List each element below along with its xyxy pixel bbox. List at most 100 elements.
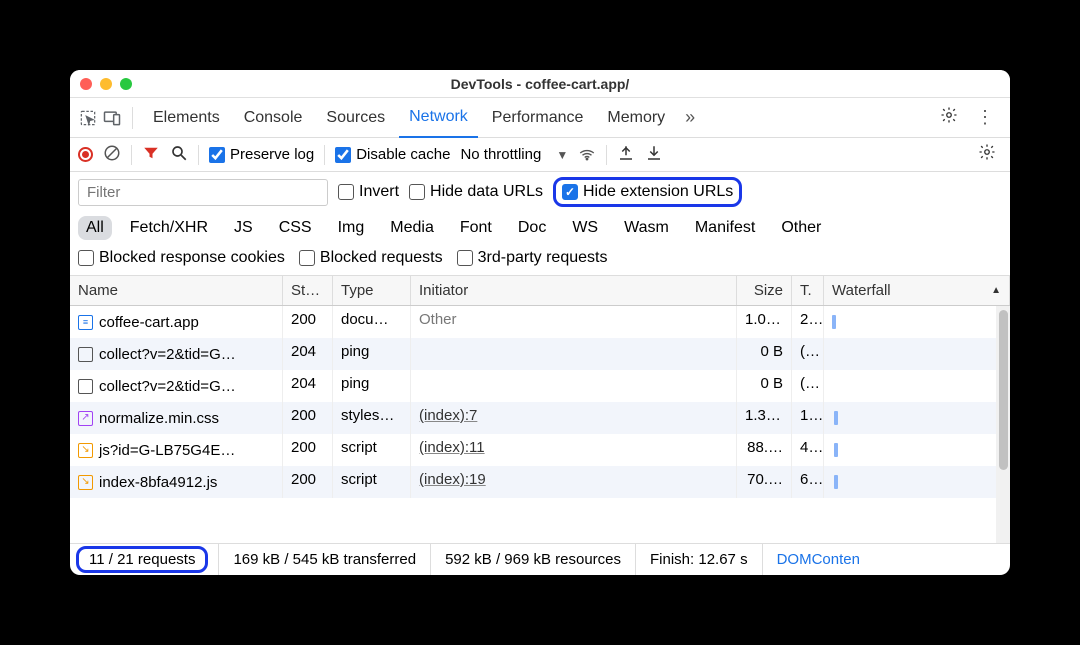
col-status[interactable]: St… <box>283 276 333 305</box>
initiator-link[interactable]: (index):7 <box>419 407 477 424</box>
row-status: 204 <box>283 370 333 402</box>
type-chip-js[interactable]: JS <box>226 216 261 240</box>
devtools-window: DevTools - coffee-cart.app/ Elements Con… <box>70 70 1010 575</box>
css-file-icon <box>78 411 93 426</box>
transferred: 169 kB / 545 kB transferred <box>219 544 431 575</box>
type-chip-media[interactable]: Media <box>382 216 442 240</box>
throttling-select[interactable]: No throttling ▼ <box>460 146 568 163</box>
clear-button[interactable] <box>103 144 121 166</box>
row-waterfall <box>824 466 1010 498</box>
table-row[interactable]: ≡ coffee-cart.app 200docu…Other1.0 …2.. <box>70 306 1010 338</box>
row-type: ping <box>333 338 411 370</box>
type-chip-img[interactable]: Img <box>330 216 373 240</box>
preserve-log-checkbox[interactable]: Preserve log <box>209 146 314 163</box>
table-header: Name St… Type Initiator Size T. Waterfal… <box>70 276 1010 306</box>
type-chip-wasm[interactable]: Wasm <box>616 216 677 240</box>
import-har-icon[interactable] <box>617 144 635 166</box>
hide-data-urls-checkbox[interactable]: Hide data URLs <box>409 183 543 201</box>
scrollbar-thumb[interactable] <box>999 310 1008 470</box>
more-tabs-icon[interactable]: » <box>679 107 701 128</box>
tab-console[interactable]: Console <box>234 99 313 137</box>
type-chip-all[interactable]: All <box>78 216 112 240</box>
resources: 592 kB / 969 kB resources <box>431 544 636 575</box>
initiator-link[interactable]: (index):19 <box>419 471 486 488</box>
blocked-cookies-checkbox[interactable]: Blocked response cookies <box>78 249 285 267</box>
initiator-link[interactable]: (index):11 <box>419 439 485 456</box>
row-time: 2.. <box>792 306 824 338</box>
preserve-log-label: Preserve log <box>230 146 314 163</box>
col-name[interactable]: Name <box>70 276 283 305</box>
blocked-requests-checkbox[interactable]: Blocked requests <box>299 249 443 267</box>
status-bar: 11 / 21 requests 169 kB / 545 kB transfe… <box>70 543 1010 575</box>
zoom-icon[interactable] <box>120 78 132 90</box>
col-size[interactable]: Size <box>737 276 792 305</box>
disable-cache-checkbox[interactable]: Disable cache <box>335 146 450 163</box>
row-waterfall <box>824 402 1010 434</box>
row-initiator: (index):7 <box>411 402 737 434</box>
tab-memory[interactable]: Memory <box>597 99 675 137</box>
types-row: All Fetch/XHR JS CSS Img Media Font Doc WS Wasm Ma… <box>70 212 1010 244</box>
col-initiator[interactable]: Initiator <box>411 276 737 305</box>
row-initiator: Other <box>411 306 737 338</box>
third-party-checkbox[interactable]: 3rd-party requests <box>457 249 608 267</box>
kebab-icon[interactable]: ⋮ <box>968 107 1002 128</box>
row-name: normalize.min.css <box>99 410 219 427</box>
row-name: coffee-cart.app <box>99 314 199 331</box>
filter-row: Invert Hide data URLs ✓ Hide extension U… <box>70 172 1010 212</box>
hide-extension-urls-highlight: ✓ Hide extension URLs <box>553 177 742 207</box>
inspect-icon[interactable] <box>78 108 98 128</box>
doc-file-icon: ≡ <box>78 315 93 330</box>
table-row[interactable]: js?id=G-LB75G4E…200script(index):1188.…4… <box>70 434 1010 466</box>
filter-icon[interactable] <box>142 144 160 166</box>
network-settings-icon[interactable] <box>972 143 1002 166</box>
row-initiator <box>411 338 737 370</box>
extra-filters-row: Blocked response cookies Blocked request… <box>70 244 1010 276</box>
script-file-icon <box>78 443 93 458</box>
row-size: 0 B <box>737 370 792 402</box>
row-size: 70.… <box>737 466 792 498</box>
col-type[interactable]: Type <box>333 276 411 305</box>
tab-performance[interactable]: Performance <box>482 99 594 137</box>
row-time: 6.. <box>792 466 824 498</box>
row-name: js?id=G-LB75G4E… <box>99 442 235 459</box>
table-row[interactable]: normalize.min.css200styles…(index):71.3 … <box>70 402 1010 434</box>
table-row[interactable]: index-8bfa4912.js200script(index):1970.…… <box>70 466 1010 498</box>
col-time[interactable]: T. <box>792 276 824 305</box>
hide-extension-urls-checkbox[interactable]: ✓ Hide extension URLs <box>562 183 733 201</box>
type-chip-font[interactable]: Font <box>452 216 500 240</box>
type-chip-ws[interactable]: WS <box>564 216 606 240</box>
settings-icon[interactable] <box>934 106 964 129</box>
type-chip-fetch-xhr[interactable]: Fetch/XHR <box>122 216 216 240</box>
device-toolbar-icon[interactable] <box>102 108 122 128</box>
search-icon[interactable] <box>170 144 188 166</box>
filter-input[interactable] <box>78 179 328 206</box>
record-button[interactable] <box>78 147 93 162</box>
minimize-icon[interactable] <box>100 78 112 90</box>
col-waterfall[interactable]: Waterfall ▲ <box>824 276 1010 305</box>
type-chip-manifest[interactable]: Manifest <box>687 216 763 240</box>
table-row[interactable]: collect?v=2&tid=G…204ping0 B(… <box>70 370 1010 402</box>
row-time: (… <box>792 370 824 402</box>
row-initiator <box>411 370 737 402</box>
tab-elements[interactable]: Elements <box>143 99 230 137</box>
export-har-icon[interactable] <box>645 144 663 166</box>
row-size: 1.0 … <box>737 306 792 338</box>
requests-count-highlight: 11 / 21 requests <box>76 546 208 573</box>
row-waterfall <box>824 370 1010 402</box>
network-conditions-icon[interactable] <box>578 144 596 166</box>
sort-asc-icon: ▲ <box>991 285 1001 296</box>
tab-sources[interactable]: Sources <box>316 99 395 137</box>
type-chip-doc[interactable]: Doc <box>510 216 554 240</box>
row-time: (… <box>792 338 824 370</box>
tab-network[interactable]: Network <box>399 98 478 138</box>
requests-count: 11 / 21 requests <box>89 551 195 568</box>
domcontentloaded: DOMConten <box>763 544 874 575</box>
invert-checkbox[interactable]: Invert <box>338 183 399 201</box>
type-chip-other[interactable]: Other <box>773 216 829 240</box>
row-name: collect?v=2&tid=G… <box>99 346 236 363</box>
type-chip-css[interactable]: CSS <box>271 216 320 240</box>
row-type: docu… <box>333 306 411 338</box>
row-status: 200 <box>283 306 333 338</box>
table-row[interactable]: collect?v=2&tid=G…204ping0 B(… <box>70 338 1010 370</box>
close-icon[interactable] <box>80 78 92 90</box>
